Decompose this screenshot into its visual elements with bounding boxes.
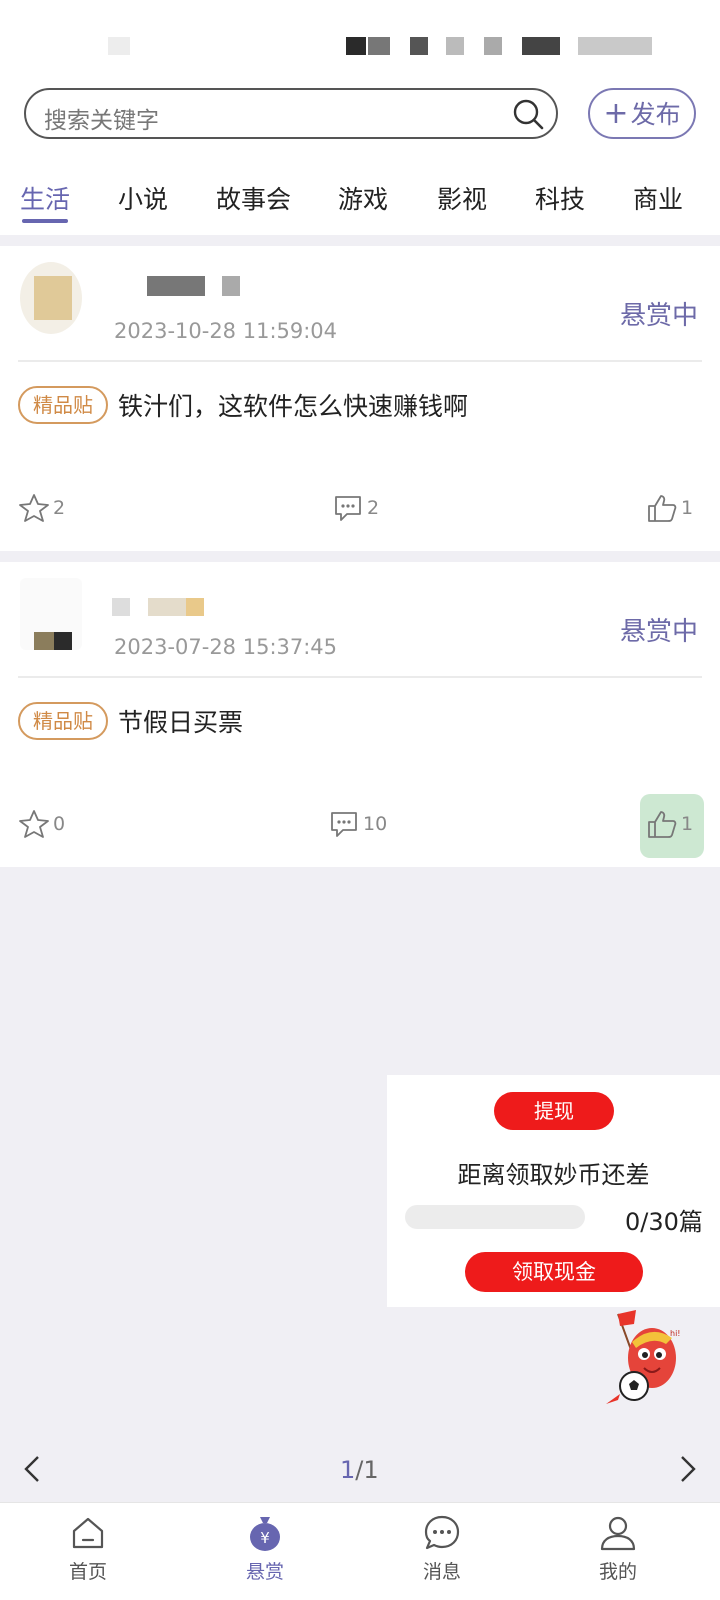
avatar[interactable] — [20, 262, 82, 334]
total-pages: /1 — [355, 1456, 379, 1484]
nav-messages[interactable]: 消息 — [382, 1513, 502, 1584]
nav-reward[interactable]: ¥ 悬赏 — [205, 1513, 325, 1584]
favorite-button[interactable]: 2 — [18, 492, 65, 524]
status-blur — [522, 37, 560, 55]
reward-progress-bar — [405, 1205, 585, 1229]
pager: 1/1 — [0, 1438, 720, 1502]
nav-label: 我的 — [598, 1561, 637, 1583]
svg-text:hi!: hi! — [670, 1329, 681, 1338]
chevron-right-icon[interactable] — [678, 1454, 698, 1484]
like-button[interactable]: 1 — [646, 492, 693, 524]
post-card[interactable]: 2023-07-28 15:37:45 悬赏中 精品贴 节假日买票 0 10 1 — [0, 562, 720, 867]
comment-icon — [335, 496, 361, 521]
reward-progress-text: 0/30篇 — [625, 1208, 703, 1236]
current-page: 1 — [340, 1456, 356, 1484]
status-blur — [410, 37, 428, 55]
status-blur — [484, 37, 502, 55]
star-icon — [19, 494, 49, 522]
user-icon — [600, 1516, 636, 1551]
comment-button[interactable]: 10 — [328, 808, 387, 840]
status-bar — [0, 0, 720, 80]
post-date: 2023-07-28 15:37:45 — [114, 635, 338, 659]
nav-label: 首页 — [68, 1561, 107, 1583]
nav-profile[interactable]: 我的 — [558, 1513, 678, 1584]
star-icon — [19, 810, 49, 838]
tab-tech[interactable]: 科技 — [535, 180, 585, 216]
like-count: 1 — [681, 497, 694, 519]
reward-status: 悬赏中 — [620, 301, 699, 331]
comment-count: 2 — [367, 497, 380, 519]
post-card[interactable]: 2023-10-28 11:59:04 悬赏中 精品贴 铁汁们，这软件怎么快速赚… — [0, 246, 720, 551]
favorite-count: 2 — [53, 497, 66, 519]
nav-home[interactable]: 首页 — [28, 1513, 148, 1584]
divider — [18, 676, 702, 678]
home-icon — [72, 1517, 104, 1549]
svg-text:¥: ¥ — [260, 1529, 270, 1547]
publish-button[interactable]: +发布 — [588, 88, 696, 139]
nav-label: 悬赏 — [245, 1561, 284, 1583]
comment-button[interactable]: 2 — [332, 492, 379, 524]
like-count: 1 — [681, 813, 694, 835]
tab-novel[interactable]: 小说 — [118, 180, 168, 216]
withdraw-button[interactable]: 提现 — [494, 1092, 614, 1130]
featured-badge: 精品贴 — [18, 702, 108, 740]
search-icon[interactable] — [512, 98, 544, 130]
thumbs-up-icon — [648, 811, 677, 838]
reward-status: 悬赏中 — [620, 617, 699, 647]
chat-icon — [424, 1515, 460, 1550]
post-title[interactable]: 节假日买票 — [118, 703, 243, 739]
nfc-icon — [346, 37, 366, 55]
avatar[interactable] — [20, 578, 82, 650]
tab-film[interactable]: 影视 — [437, 180, 487, 216]
status-blur — [368, 37, 390, 55]
claim-cash-button[interactable]: 领取现金 — [465, 1252, 643, 1292]
favorite-button[interactable]: 0 — [18, 808, 65, 840]
comment-count: 10 — [363, 813, 388, 835]
category-tabs: 生活 小说 故事会 游戏 影视 科技 商业 — [0, 180, 720, 230]
post-title[interactable]: 铁汁们，这软件怎么快速赚钱啊 — [118, 387, 468, 423]
reward-progress-label: 距离领取妙币还差 — [457, 1161, 650, 1189]
status-blur — [108, 37, 130, 55]
comment-icon — [331, 812, 357, 837]
tab-business[interactable]: 商业 — [633, 180, 683, 216]
cash-reward-widget: 提现 距离领取妙币还差 0/30篇 领取现金 — [387, 1075, 720, 1307]
post-date: 2023-10-28 11:59:04 — [114, 319, 338, 343]
search-placeholder: 搜索关键字 — [44, 108, 159, 134]
thumbs-up-icon — [648, 495, 677, 522]
status-blur — [446, 37, 464, 55]
search-input[interactable]: 搜索关键字 — [24, 88, 558, 139]
status-blur — [578, 37, 652, 55]
mascot-icon[interactable]: hi! — [604, 1308, 700, 1408]
tab-game[interactable]: 游戏 — [338, 180, 388, 216]
tab-life[interactable]: 生活 — [20, 180, 70, 216]
money-bag-icon: ¥ — [250, 1517, 280, 1551]
page-indicator: 1/1 — [340, 1456, 379, 1484]
tab-story[interactable]: 故事会 — [216, 180, 291, 216]
chevron-left-icon[interactable] — [22, 1454, 42, 1484]
header: 搜索关键字 +发布 生活 小说 故事会 游戏 影视 科技 商业 — [0, 80, 720, 235]
bottom-nav: 首页 ¥ 悬赏 消息 我的 — [0, 1502, 720, 1600]
divider — [18, 360, 702, 362]
active-tab-indicator — [22, 219, 68, 223]
plus-icon: + — [603, 96, 629, 131]
publish-label: 发布 — [630, 100, 681, 129]
nav-label: 消息 — [422, 1561, 461, 1583]
favorite-count: 0 — [53, 813, 66, 835]
like-button[interactable]: 1 — [646, 808, 693, 840]
featured-badge: 精品贴 — [18, 386, 108, 424]
